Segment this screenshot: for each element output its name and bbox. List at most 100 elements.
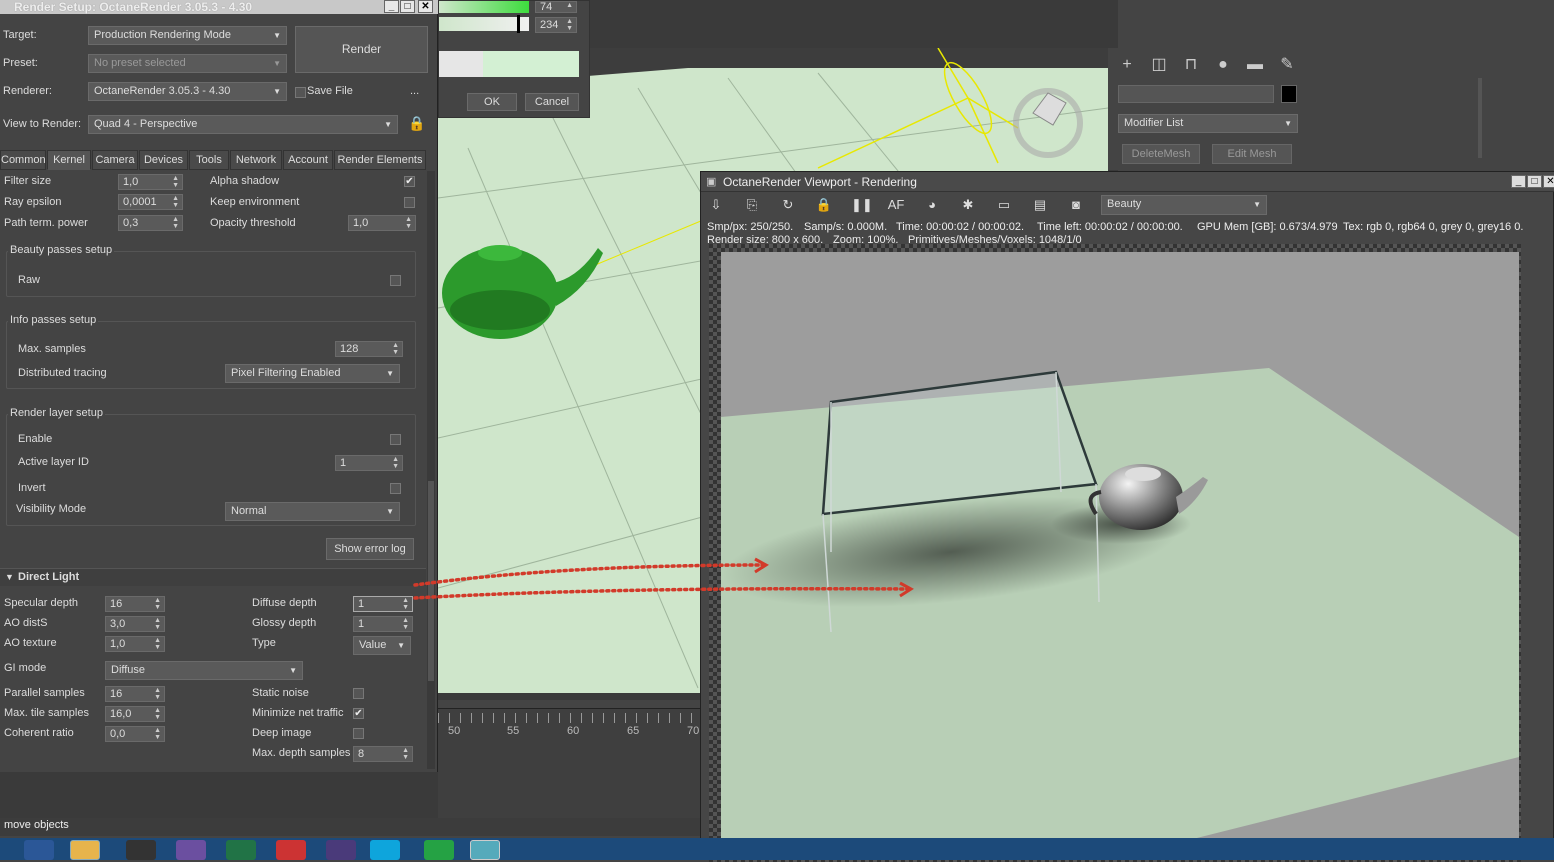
direct-light-rollout-header[interactable]: ▼ Direct Light bbox=[0, 568, 426, 586]
filter-size-spinner[interactable]: 1,0 ▲ ▼ bbox=[118, 174, 183, 190]
tab-account[interactable]: Account bbox=[283, 150, 333, 170]
restart-icon[interactable]: ↻ bbox=[779, 196, 797, 214]
editmesh-button[interactable]: Edit Mesh bbox=[1212, 144, 1292, 164]
panel-scrollbar[interactable] bbox=[427, 171, 435, 769]
glossy-depth-spinner[interactable]: 1 ▲ ▼ bbox=[353, 616, 413, 632]
object-color-swatch[interactable] bbox=[1281, 85, 1297, 103]
tab-tools[interactable]: Tools bbox=[189, 150, 229, 170]
green-slider[interactable] bbox=[439, 1, 529, 13]
renderer-dropdown[interactable]: OctaneRender 3.05.3 - 4.30 ▼ bbox=[88, 82, 287, 101]
render-button[interactable]: Render bbox=[295, 26, 428, 73]
beauty-passes-group bbox=[6, 251, 416, 297]
deep-image-label: Deep image bbox=[252, 727, 312, 739]
value-value: 234 bbox=[540, 19, 559, 31]
max-tile-samples-spinner[interactable]: 16,0 ▲ ▼ bbox=[105, 706, 165, 722]
motion-icon[interactable]: ● bbox=[1212, 54, 1234, 76]
static-noise-checkbox[interactable] bbox=[353, 688, 364, 699]
diffuse-depth-spinner[interactable]: 1 ▲ ▼ bbox=[353, 596, 413, 612]
word-icon[interactable] bbox=[24, 840, 54, 860]
film-region-icon[interactable]: ▤ bbox=[1031, 196, 1049, 214]
tab-common[interactable]: Common bbox=[0, 150, 46, 170]
close-icon[interactable]: ✕ bbox=[1543, 175, 1554, 188]
material-picker-icon[interactable]: ✱ bbox=[959, 196, 977, 214]
ok-button[interactable]: OK bbox=[467, 93, 517, 111]
app-icon[interactable] bbox=[276, 840, 306, 860]
timeline[interactable]: 50 55 60 65 70 bbox=[438, 708, 700, 740]
cancel-button[interactable]: Cancel bbox=[525, 93, 579, 111]
show-error-log-button[interactable]: Show error log bbox=[326, 538, 414, 560]
alpha-shadow-checkbox[interactable]: ✔ bbox=[404, 176, 415, 187]
viber-icon[interactable] bbox=[176, 840, 206, 860]
ao-dist-spinner[interactable]: 3,0 ▲ ▼ bbox=[105, 616, 165, 632]
skype-icon[interactable] bbox=[370, 840, 400, 860]
coherent-ratio-spinner[interactable]: 0,0 ▲ ▼ bbox=[105, 726, 165, 742]
tab-render-elements[interactable]: Render Elements bbox=[334, 150, 426, 170]
path-term-spinner[interactable]: 0,3 ▲ ▼ bbox=[118, 215, 183, 231]
max-depth-samples-spinner[interactable]: 8 ▲ ▼ bbox=[353, 746, 413, 762]
type-dropdown[interactable]: Value ▼ bbox=[353, 636, 411, 655]
invert-checkbox[interactable] bbox=[390, 483, 401, 494]
active-layer-spinner[interactable]: 1 ▲ ▼ bbox=[335, 455, 403, 471]
explorer-icon[interactable] bbox=[70, 840, 100, 860]
pause-icon[interactable]: ❚❚ bbox=[851, 196, 873, 214]
target-value: Production Rendering Mode bbox=[94, 29, 231, 41]
whatsapp-icon[interactable] bbox=[424, 840, 454, 860]
utilities-icon[interactable]: ✎ bbox=[1276, 54, 1298, 76]
render-pass-dropdown[interactable]: Beauty ▼ bbox=[1101, 195, 1267, 215]
camera-icon[interactable]: ◙ bbox=[1067, 196, 1085, 214]
lock-icon[interactable]: 🔒 bbox=[408, 115, 425, 132]
copy-icon[interactable]: ⎘ bbox=[743, 196, 761, 214]
save-render-icon[interactable]: ⇩ bbox=[707, 196, 725, 214]
ray-epsilon-spinner[interactable]: 0,0001 ▲ ▼ bbox=[118, 194, 183, 210]
maximize-icon[interactable]: □ bbox=[400, 0, 415, 13]
modify-icon[interactable]: ◫ bbox=[1148, 54, 1170, 76]
create-icon[interactable]: + bbox=[1116, 54, 1138, 76]
green-spinner[interactable]: 74 ▲ bbox=[535, 1, 577, 13]
excel-icon[interactable] bbox=[226, 840, 256, 860]
minimize-icon[interactable]: _ bbox=[384, 0, 399, 13]
value-spinner[interactable]: 234 ▲ ▼ bbox=[535, 17, 577, 33]
minimize-icon[interactable]: _ bbox=[1511, 175, 1526, 188]
close-icon[interactable]: ✕ bbox=[418, 0, 433, 13]
focus-picker-icon[interactable]: AF bbox=[887, 196, 905, 214]
target-dropdown[interactable]: Production Rendering Mode ▼ bbox=[88, 26, 287, 45]
gi-mode-dropdown[interactable]: Diffuse ▼ bbox=[105, 661, 303, 680]
modifier-list-dropdown[interactable]: Modifier List ▼ bbox=[1118, 114, 1298, 133]
region-render-icon[interactable]: ▭ bbox=[995, 196, 1013, 214]
app-icon[interactable] bbox=[126, 840, 156, 860]
view-to-render-dropdown[interactable]: Quad 4 - Perspective ▼ bbox=[88, 115, 398, 134]
render-image[interactable] bbox=[721, 252, 1519, 852]
render-setup-titlebar[interactable]: Render Setup: OctaneRender 3.05.3 - 4.30… bbox=[0, 0, 438, 14]
minimize-net-traffic-checkbox[interactable]: ✔ bbox=[353, 708, 364, 719]
lock-icon[interactable]: 🔒 bbox=[815, 196, 833, 214]
preset-dropdown[interactable]: No preset selected ▼ bbox=[88, 54, 287, 73]
opacity-threshold-spinner[interactable]: 1,0 ▲ ▼ bbox=[348, 215, 416, 231]
timeline-tick: 70 bbox=[687, 725, 700, 737]
max-samples-spinner[interactable]: 128 ▲ ▼ bbox=[335, 341, 403, 357]
tab-network[interactable]: Network bbox=[230, 150, 282, 170]
tab-camera[interactable]: Camera bbox=[92, 150, 138, 170]
raw-checkbox[interactable] bbox=[390, 275, 401, 286]
save-file-checkbox[interactable] bbox=[295, 87, 306, 98]
keep-environment-checkbox[interactable] bbox=[404, 197, 415, 208]
tab-devices[interactable]: Devices bbox=[139, 150, 188, 170]
deletemesh-button[interactable]: DeleteMesh bbox=[1122, 144, 1200, 164]
maximize-icon[interactable]: □ bbox=[1527, 175, 1542, 188]
octane-titlebar[interactable]: ▣ OctaneRender Viewport - Rendering _ □ … bbox=[701, 172, 1554, 192]
value-slider[interactable] bbox=[439, 17, 529, 31]
display-icon[interactable]: ▬ bbox=[1244, 54, 1266, 76]
distributed-tracing-dropdown[interactable]: Pixel Filtering Enabled ▼ bbox=[225, 364, 400, 383]
enable-checkbox[interactable] bbox=[390, 434, 401, 445]
3dsmax-icon[interactable] bbox=[470, 840, 500, 860]
app-icon[interactable] bbox=[326, 840, 356, 860]
deep-image-checkbox[interactable] bbox=[353, 728, 364, 739]
visibility-mode-dropdown[interactable]: Normal ▼ bbox=[225, 502, 400, 521]
specular-depth-spinner[interactable]: 16 ▲ ▼ bbox=[105, 596, 165, 612]
tab-kernel[interactable]: Kernel bbox=[47, 150, 91, 170]
object-name-field[interactable] bbox=[1118, 85, 1274, 103]
hierarchy-icon[interactable]: ⊓ bbox=[1180, 54, 1202, 76]
color-picker-icon[interactable]: ◕ bbox=[923, 196, 941, 214]
save-file-browse-button[interactable]: ... bbox=[410, 85, 419, 97]
ao-texture-spinner[interactable]: 1,0 ▲ ▼ bbox=[105, 636, 165, 652]
parallel-samples-spinner[interactable]: 16 ▲ ▼ bbox=[105, 686, 165, 702]
